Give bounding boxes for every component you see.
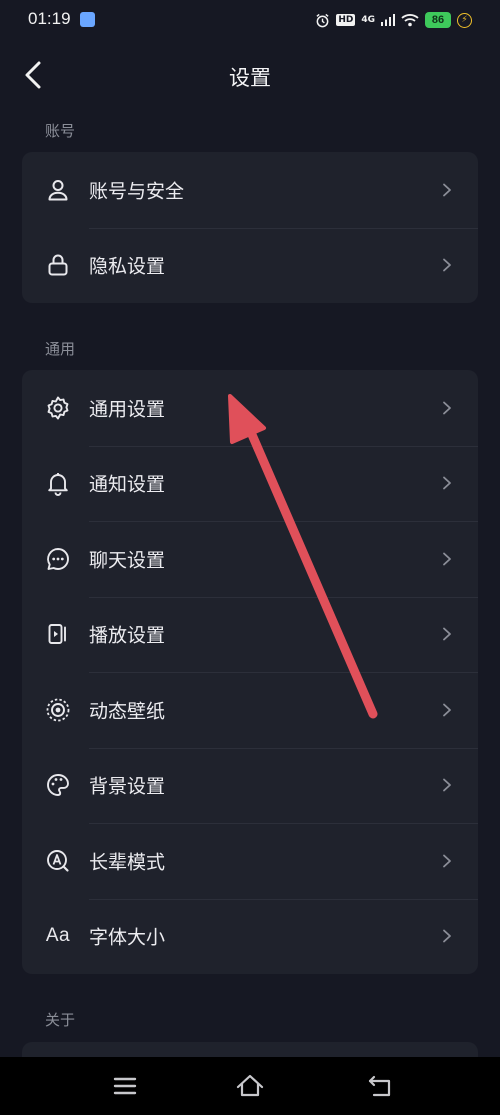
- row-label: 背景设置: [89, 775, 166, 798]
- alarm-icon: [316, 13, 329, 27]
- font-size-icon: Aa: [44, 922, 72, 950]
- chevron-right-icon: [443, 183, 451, 197]
- lock-icon: [44, 251, 72, 279]
- chevron-right-icon: [443, 703, 451, 717]
- chevron-right-icon: [443, 258, 451, 272]
- back-nav-button[interactable]: [366, 1071, 396, 1101]
- section-label-about: 关于: [45, 1011, 76, 1029]
- status-bar: 01:19 HD 4G 86 ⚡: [0, 0, 500, 40]
- home-icon: [236, 1074, 264, 1097]
- settings-row-chat[interactable]: 聊天设置: [22, 521, 478, 597]
- row-label: 长辈模式: [89, 851, 166, 874]
- chat-bubble-icon: [44, 545, 72, 573]
- menu-icon: [113, 1077, 137, 1095]
- settings-row-live-wallpaper[interactable]: 动态壁纸: [22, 672, 478, 748]
- row-label: 隐私设置: [89, 255, 166, 278]
- section-label-general: 通用: [45, 340, 76, 358]
- gear-icon: [44, 394, 72, 422]
- menu-button[interactable]: [110, 1071, 140, 1101]
- page-title: 设置: [229, 66, 271, 90]
- settings-row-notification[interactable]: 通知设置: [22, 445, 478, 522]
- row-label: 通用设置: [89, 398, 166, 421]
- section-label-account: 账号: [45, 122, 76, 140]
- bell-icon: [44, 469, 72, 497]
- elder-mode-icon: [44, 847, 72, 875]
- home-button[interactable]: [235, 1071, 265, 1101]
- system-nav-bar: [0, 1057, 500, 1115]
- chevron-right-icon: [443, 929, 451, 943]
- row-label: 动态壁纸: [89, 700, 166, 723]
- app-notification-icon: [80, 12, 95, 27]
- signal-icon: [381, 14, 395, 26]
- settings-row-general[interactable]: 通用设置: [22, 370, 478, 446]
- chevron-right-icon: [443, 401, 451, 415]
- charging-icon: ⚡: [457, 12, 472, 28]
- hd-badge: HD: [336, 14, 356, 26]
- settings-row-playback[interactable]: 播放设置: [22, 596, 478, 673]
- row-label: 聊天设置: [89, 549, 166, 572]
- live-wallpaper-icon: [44, 696, 72, 724]
- row-label: 播放设置: [89, 624, 166, 647]
- font-size-icon-text: Aa: [45, 925, 71, 947]
- chevron-right-icon: [443, 854, 451, 868]
- header-bar: 设置: [0, 50, 500, 102]
- settings-row-font-size[interactable]: Aa 字体大小: [22, 898, 478, 975]
- general-card: 通用设置 通知设置 聊天设置 播放设置 动态壁纸 背景设置 长辈模式 Aa 字体…: [22, 370, 478, 974]
- play-screen-icon: [44, 620, 72, 648]
- chevron-right-icon: [443, 627, 451, 641]
- return-icon: [368, 1075, 391, 1097]
- settings-row-account-security[interactable]: 账号与安全: [22, 152, 478, 228]
- row-label: 字体大小: [89, 926, 166, 949]
- palette-icon: [44, 771, 72, 799]
- battery-indicator: 86: [425, 12, 451, 28]
- settings-row-privacy[interactable]: 隐私设置: [22, 227, 478, 304]
- chevron-right-icon: [443, 476, 451, 490]
- row-label: 通知设置: [89, 473, 166, 496]
- settings-row-background[interactable]: 背景设置: [22, 747, 478, 824]
- network-type-label: 4G: [361, 15, 375, 25]
- chevron-right-icon: [443, 778, 451, 792]
- row-label: 账号与安全: [89, 180, 185, 203]
- status-time: 01:19: [28, 9, 71, 28]
- person-icon: [44, 176, 72, 204]
- status-icons: HD 4G 86 ⚡: [315, 10, 472, 30]
- settings-row-elder-mode[interactable]: 长辈模式: [22, 823, 478, 899]
- wifi-icon: [401, 14, 419, 27]
- chevron-right-icon: [443, 552, 451, 566]
- account-card: 账号与安全 隐私设置: [22, 152, 478, 303]
